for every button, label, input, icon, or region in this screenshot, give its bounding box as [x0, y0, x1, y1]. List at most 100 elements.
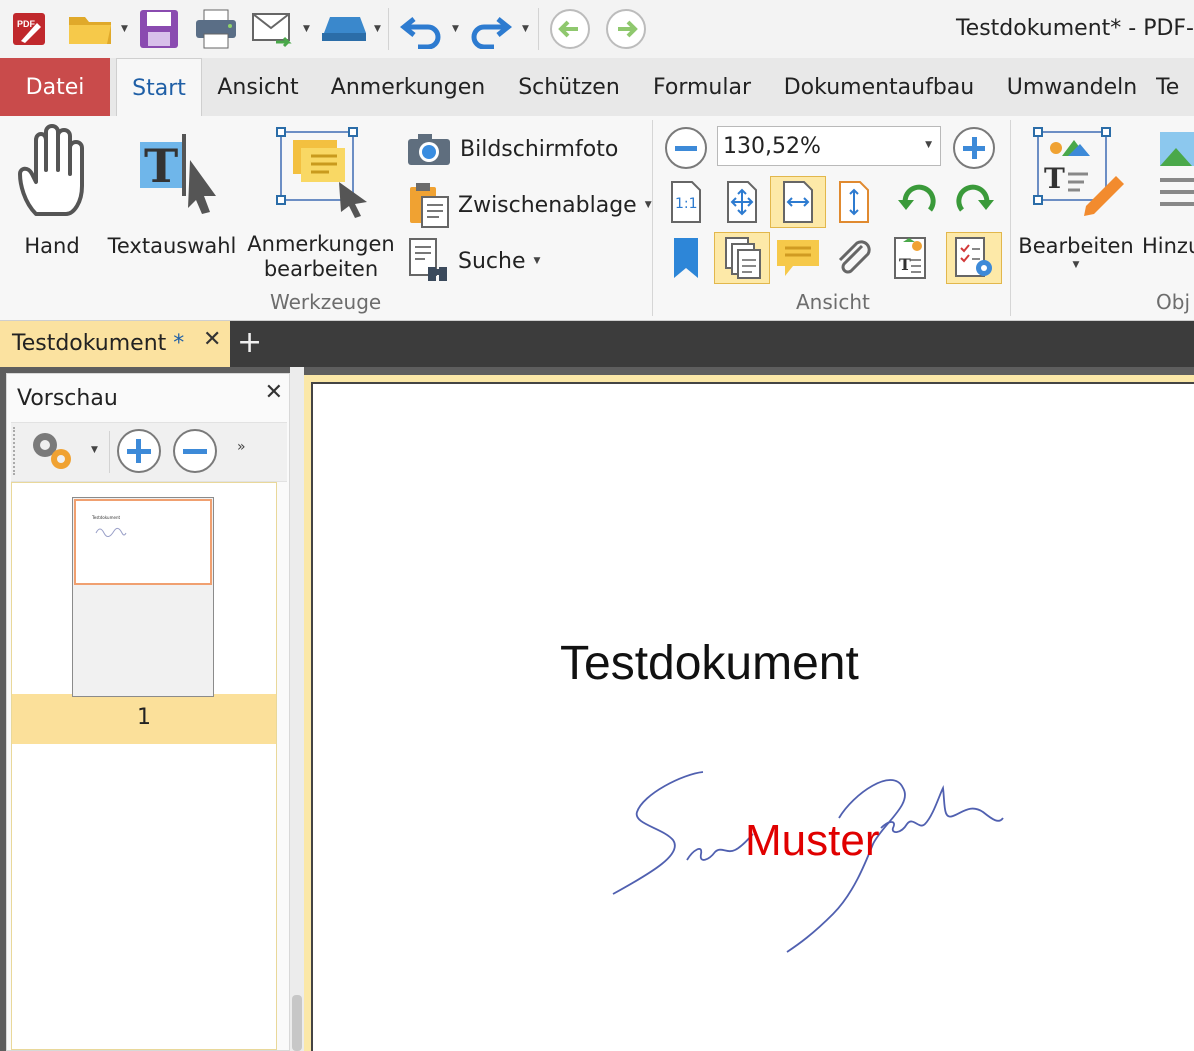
open-dropdown-icon[interactable]: ▼: [121, 24, 128, 34]
page-thumbnail[interactable]: Testdokument: [72, 497, 214, 697]
email-icon[interactable]: [248, 6, 298, 52]
email-dropdown-icon[interactable]: ▼: [303, 24, 310, 34]
back-icon[interactable]: [546, 6, 594, 52]
bookmarks-button[interactable]: [660, 232, 712, 284]
scan-dropdown-icon[interactable]: ▼: [374, 24, 381, 34]
document-tab-name: Testdokument: [12, 331, 167, 356]
document-title-text: Testdokument: [560, 637, 859, 690]
close-tab-icon[interactable]: ✕: [203, 327, 221, 352]
preview-settings-icon[interactable]: [27, 427, 77, 479]
visible-area-frame[interactable]: Testdokument: [74, 499, 212, 585]
fit-visible-button[interactable]: [828, 176, 880, 228]
suche-button[interactable]: Suche ▼: [406, 236, 540, 286]
pages-button[interactable]: [714, 232, 770, 284]
tab-dokumentaufbau[interactable]: Dokumentaufbau: [770, 58, 988, 116]
ribbon-panel: Hand T Textauswahl Anmerkungen bearbeite…: [0, 116, 1194, 321]
attachments-button[interactable]: [828, 232, 880, 284]
comments-button[interactable]: [772, 232, 824, 284]
zwischenablage-button[interactable]: Zwischenablage ▼: [406, 180, 652, 230]
group-separator: [1010, 120, 1011, 316]
tab-schuetzen[interactable]: Schützen: [504, 58, 634, 116]
bearbeiten-dropdown-icon[interactable]: ▼: [1016, 259, 1136, 271]
zoom-in-button[interactable]: [948, 122, 1000, 174]
thumbnail-title-text: Testdokument: [92, 515, 121, 520]
undo-icon[interactable]: [398, 6, 446, 52]
hand-icon: [18, 124, 84, 216]
tab-datei[interactable]: Datei: [0, 58, 110, 116]
thumbnail-zoom-in-icon[interactable]: [115, 427, 163, 479]
suche-label: Suche: [458, 248, 526, 274]
text-select-icon: T: [140, 134, 216, 214]
preview-toolbar: ▼ »: [11, 422, 287, 482]
textauswahl-button[interactable]: T Textauswahl: [104, 122, 240, 259]
hinzufuegen-button[interactable]: Hinzu: [1142, 122, 1194, 259]
actual-size-icon: 1:1: [671, 181, 701, 223]
save-icon[interactable]: [136, 6, 182, 52]
zoom-dropdown-icon[interactable]: ▼: [925, 140, 932, 150]
redo-dropdown-icon[interactable]: ▼: [522, 24, 529, 34]
open-folder-icon[interactable]: [64, 6, 116, 52]
search-icon: [409, 238, 447, 281]
tab-start[interactable]: Start: [116, 58, 202, 118]
toolbar-separator: [538, 8, 539, 50]
zoom-in-icon: [953, 127, 995, 169]
rotate-left-button[interactable]: [892, 176, 944, 228]
undo-dropdown-icon[interactable]: ▼: [452, 24, 459, 34]
app-logo-icon[interactable]: PDF: [8, 6, 50, 52]
toolbar-separator: [388, 8, 389, 50]
preview-title: Vorschau: [17, 386, 118, 411]
rotate-left-icon: [898, 184, 936, 212]
content-button[interactable]: T: [884, 232, 936, 284]
hand-tool-button[interactable]: Hand: [6, 122, 98, 259]
window-title: Testdokument* - PDF-: [955, 16, 1194, 41]
document-tab[interactable]: Testdokument * ✕: [0, 321, 230, 367]
werkzeuge-group-label: Werkzeuge: [270, 290, 382, 314]
modified-indicator: *: [173, 331, 185, 356]
thumbnail-signature-mark: [95, 527, 127, 537]
content-icon: T: [894, 237, 926, 279]
rotate-right-button[interactable]: [948, 176, 1000, 228]
preview-scrollbar[interactable]: [290, 367, 304, 1051]
anmerkungen-label-2: bearbeiten: [263, 257, 379, 281]
forward-icon[interactable]: [602, 6, 650, 52]
zoom-combobox[interactable]: 130,52% ▼: [717, 126, 941, 166]
fit-width-button[interactable]: [770, 176, 826, 228]
annotation-edit-icon: [276, 127, 367, 218]
tab-anmerkungen[interactable]: Anmerkungen: [318, 58, 498, 116]
actual-size-button[interactable]: 1:1: [660, 176, 712, 228]
suche-dropdown-icon[interactable]: ▼: [533, 256, 540, 266]
print-icon[interactable]: [192, 6, 240, 52]
fit-width-icon: [783, 181, 813, 223]
tab-ansicht[interactable]: Ansicht: [204, 58, 312, 116]
toolbar-overflow-icon[interactable]: »: [237, 439, 246, 455]
properties-button[interactable]: [946, 232, 1002, 284]
bookmark-icon: [674, 238, 698, 278]
document-page[interactable]: Testdokument Muster: [311, 382, 1194, 1051]
svg-text:1:1: 1:1: [675, 196, 698, 212]
hinzu-label: Hinzu: [1142, 234, 1194, 258]
svg-text:T: T: [899, 255, 911, 274]
thumbnail-zoom-out-icon[interactable]: [171, 427, 219, 479]
settings-dropdown-icon[interactable]: ▼: [91, 445, 98, 455]
thumbnail-list: Testdokument 1: [11, 482, 277, 1050]
new-tab-icon[interactable]: +: [237, 325, 262, 360]
scan-icon[interactable]: [316, 6, 372, 52]
bearbeiten-button[interactable]: T Bearbeiten ▼: [1016, 122, 1136, 271]
fit-page-button[interactable]: [716, 176, 768, 228]
edit-object-icon: T: [1033, 127, 1124, 216]
quick-access-toolbar: PDF ▼ ▼ ▼ ▼ ▼ Testdokument* - PDF-: [0, 0, 1194, 58]
tab-te[interactable]: Te: [1156, 58, 1194, 116]
zoom-out-icon: [665, 127, 707, 169]
zoom-out-button[interactable]: [660, 122, 712, 174]
tab-formular[interactable]: Formular: [640, 58, 764, 116]
zwischenablage-dropdown-icon[interactable]: ▼: [645, 200, 652, 210]
tab-umwandeln[interactable]: Umwandeln: [994, 58, 1150, 116]
bildschirmfoto-button[interactable]: Bildschirmfoto: [406, 128, 618, 170]
group-separator: [652, 120, 653, 316]
close-preview-icon[interactable]: ✕: [265, 380, 283, 405]
add-image-icon: [1160, 132, 1194, 206]
anmerkungen-bearbeiten-button[interactable]: Anmerkungen bearbeiten: [244, 122, 398, 282]
scrollbar-thumb[interactable]: [292, 995, 302, 1051]
zoom-value[interactable]: 130,52%: [723, 134, 821, 159]
redo-icon[interactable]: [466, 6, 514, 52]
